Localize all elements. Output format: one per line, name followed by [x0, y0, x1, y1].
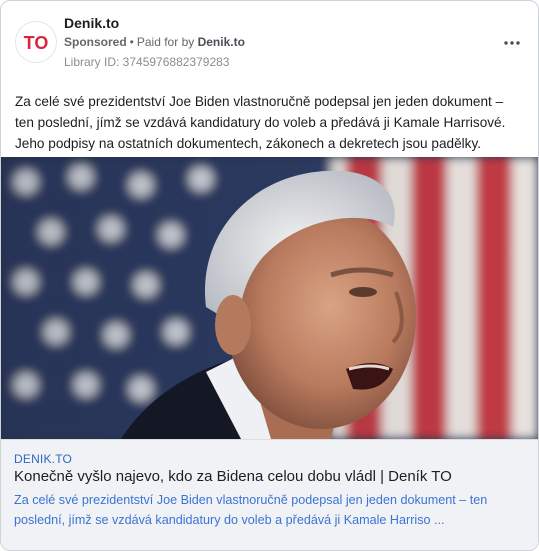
sponsored-ad-card: TO Denik.to Sponsored • Paid for by Denik.…: [0, 0, 539, 551]
page-name[interactable]: Denik.to: [64, 15, 119, 31]
ad-image[interactable]: [1, 157, 538, 439]
ad-photo: [1, 157, 538, 439]
separator-dot: •: [129, 35, 134, 49]
ad-body-text: Za celé své prezidentství Joe Biden vlas…: [15, 94, 506, 151]
logo-text: TO: [24, 33, 49, 53]
denik-to-logo-icon: TO: [24, 33, 49, 53]
sponsor-line: Sponsored • Paid for by Denik.to: [64, 35, 245, 49]
advertiser-name[interactable]: Denik.to: [198, 35, 245, 49]
library-id: Library ID: 3745976882379283: [64, 55, 230, 69]
more-options-button[interactable]: [500, 33, 524, 53]
more-horizontal-icon: [504, 41, 520, 45]
link-domain[interactable]: DENIK.TO: [14, 452, 72, 466]
page-avatar[interactable]: TO: [15, 21, 57, 63]
link-description[interactable]: Za celé své prezidentství Joe Biden vlas…: [14, 490, 526, 530]
sponsored-label: Sponsored: [64, 35, 127, 49]
ad-header: TO Denik.to Sponsored • Paid for by Denik.…: [15, 13, 524, 71]
link-preview[interactable]: DENIK.TO Konečně vyšlo najevo, kdo za Bi…: [1, 439, 538, 550]
link-title[interactable]: Konečně vyšlo najevo, kdo za Bidena celo…: [14, 468, 452, 485]
paid-for-prefix: Paid for by: [136, 35, 195, 49]
